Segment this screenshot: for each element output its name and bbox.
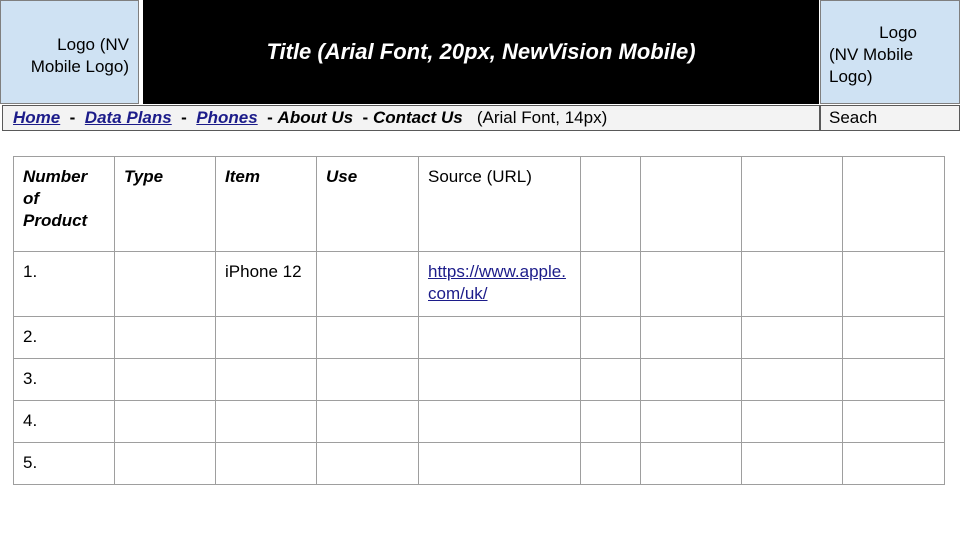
source-url-link[interactable]: https://www.apple.com/uk/: [428, 262, 566, 303]
table-cell-source: [418, 358, 581, 401]
column-header-number: Number of Product: [13, 156, 115, 252]
table-cell-item: [215, 316, 317, 359]
table-cell-use: [316, 251, 419, 317]
product-table: Number of Product Type Item Use Source (…: [13, 156, 945, 485]
search-label: Seach: [829, 108, 878, 127]
table-row: 2.: [13, 316, 945, 359]
table-cell-use: [316, 358, 419, 401]
nav-separator: -: [353, 108, 373, 127]
table-cell-empty: [640, 316, 742, 359]
table-row: 4.: [13, 400, 945, 443]
column-header-empty: [580, 156, 641, 252]
table-cell-source: [418, 400, 581, 443]
nav-link-phones[interactable]: Phones: [196, 108, 257, 127]
logo-right-label: Logo: [879, 23, 917, 42]
table-cell-item: [215, 400, 317, 443]
table-row: 3.: [13, 358, 945, 401]
nav-separator: -: [257, 108, 278, 127]
nav-link-home[interactable]: Home: [13, 108, 60, 127]
page-title: Title (Arial Font, 20px, NewVision Mobil…: [266, 39, 696, 64]
table-cell-empty: [580, 358, 641, 401]
table-cell-source: [418, 442, 581, 485]
table-cell-empty: [741, 316, 843, 359]
table-cell-type: [114, 400, 216, 443]
search-box[interactable]: Seach: [820, 105, 960, 131]
nav-item-about-us[interactable]: About Us: [278, 108, 354, 127]
column-header-use: Use: [316, 156, 419, 252]
table-cell-empty: [640, 442, 742, 485]
logo-right[interactable]: Logo (NV Mobile Logo): [820, 0, 960, 104]
nav-link-data-plans[interactable]: Data Plans: [85, 108, 172, 127]
column-header-empty: [640, 156, 742, 252]
column-header-empty: [842, 156, 945, 252]
table-header-row: Number of Product Type Item Use Source (…: [13, 156, 945, 252]
table-cell-empty: [741, 251, 843, 317]
nav-font-note: (Arial Font, 14px): [463, 108, 608, 127]
table-cell-empty: [842, 358, 945, 401]
table-row: 5.: [13, 442, 945, 485]
table-cell-type: [114, 316, 216, 359]
logo-left[interactable]: Logo (NV Mobile Logo): [0, 0, 139, 104]
table-cell-use: [316, 316, 419, 359]
table-cell-empty: [580, 442, 641, 485]
table-cell-type: [114, 251, 216, 317]
column-header-item: Item: [215, 156, 317, 252]
table-cell-number: 1.: [13, 251, 115, 317]
table-cell-empty: [842, 251, 945, 317]
table-cell-empty: [640, 400, 742, 443]
table-cell-empty: [842, 400, 945, 443]
logo-right-caption: (NV Mobile Logo): [829, 45, 914, 86]
nav-bar: Home - Data Plans - Phones - About Us - …: [2, 105, 820, 131]
column-header-source: Source (URL): [418, 156, 581, 252]
table-cell-item: [215, 442, 317, 485]
table-row: 1. iPhone 12 https://www.apple.com/uk/: [13, 251, 945, 317]
nav-item-contact-us[interactable]: Contact Us: [373, 108, 463, 127]
table-cell-item: [215, 358, 317, 401]
table-cell-empty: [640, 358, 742, 401]
table-cell-type: [114, 358, 216, 401]
table-cell-source: [418, 316, 581, 359]
table-cell-empty: [741, 400, 843, 443]
table-cell-empty: [580, 316, 641, 359]
table-cell-empty: [640, 251, 742, 317]
nav-font-note-text: (Arial Font, 14px): [476, 108, 608, 127]
table-cell-empty: [580, 400, 641, 443]
table-cell-empty: [580, 251, 641, 317]
table-cell-source: https://www.apple.com/uk/: [418, 251, 581, 317]
table-cell-number: 5.: [13, 442, 115, 485]
table-cell-use: [316, 400, 419, 443]
table-cell-empty: [842, 316, 945, 359]
table-cell-number: 4.: [13, 400, 115, 443]
table-cell-empty: [741, 358, 843, 401]
table-cell-empty: [741, 442, 843, 485]
nav-separator: -: [60, 108, 85, 127]
column-header-empty: [741, 156, 843, 252]
logo-left-label: Logo (NV Mobile Logo): [30, 35, 129, 76]
column-header-type: Type: [114, 156, 216, 252]
page-title-banner: Title (Arial Font, 20px, NewVision Mobil…: [143, 0, 819, 104]
table-cell-use: [316, 442, 419, 485]
table-cell-item: iPhone 12: [215, 251, 317, 317]
nav-separator: -: [171, 108, 197, 127]
table-cell-number: 2.: [13, 316, 115, 359]
table-cell-empty: [842, 442, 945, 485]
table-cell-type: [114, 442, 216, 485]
table-cell-number: 3.: [13, 358, 115, 401]
